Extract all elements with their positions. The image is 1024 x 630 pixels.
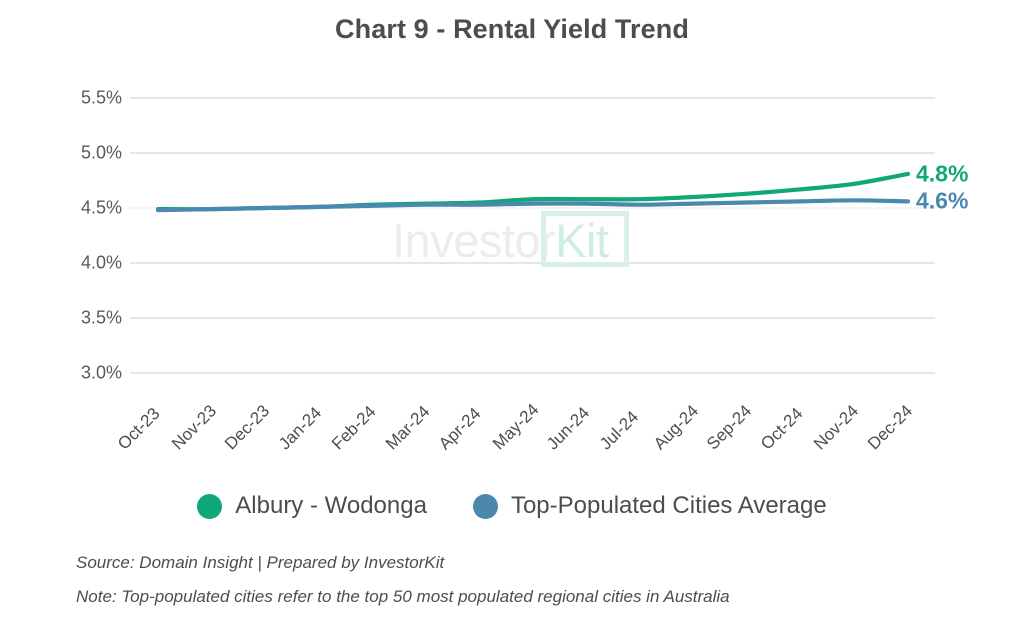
x-axis-labels: Oct-23 Nov-23 Dec-23 Jan-24 Feb-24 Mar-24 Apr-…: [0, 378, 1024, 478]
y-axis-tick-label: 4.0%: [80, 252, 122, 273]
y-axis-tick-label: 5.0%: [80, 142, 122, 163]
x-axis-tick-label: Dec-23: [221, 401, 274, 454]
y-axis-tick-label: 5.5%: [80, 87, 122, 108]
legend-label: Top-Populated Cities Average: [510, 492, 827, 519]
y-axis-tick-label: 4.5%: [80, 197, 122, 218]
x-axis-tick-label: Aug-24: [649, 401, 702, 454]
y-axis-tick-label: 3.5%: [80, 307, 122, 328]
x-axis-tick-label: Nov-24: [810, 401, 863, 454]
x-axis-tick-label: Jul-24: [596, 407, 643, 454]
y-axis-labels: 5.5% 5.0% 4.5% 4.0% 3.5% 3.0%: [62, 0, 122, 400]
x-axis-tick-label: Feb-24: [328, 401, 380, 454]
chart-legend: Albury - Wodonga Top-Populated Cities Ave…: [0, 492, 1024, 520]
x-axis-tick-label: Nov-23: [167, 401, 220, 454]
x-axis-tick-label: Oct-23: [114, 403, 164, 454]
legend-dot-icon: [197, 493, 223, 519]
methodology-note: Note: Top-populated cities refer to the …: [76, 587, 730, 606]
x-axis-tick-label: Jun-24: [542, 403, 593, 454]
plot-svg: [130, 97, 935, 374]
source-note: Source: Domain Insight | Prepared by Inv…: [76, 553, 445, 572]
x-axis-tick-label: May-24: [489, 399, 543, 454]
legend-label: Albury - Wodonga: [235, 492, 427, 519]
gridlines: [130, 97, 935, 374]
rental-yield-chart: Chart 9 - Rental Yield Trend 5.5% 5.0% 4.5…: [0, 0, 1024, 630]
x-axis-tick-label: Oct-24: [756, 403, 807, 454]
series-line-1: [155, 198, 911, 213]
x-axis-tick-label: Sep-24: [703, 401, 756, 454]
legend-dot-icon: [472, 493, 498, 519]
plot-area: 5.5% 5.0% 4.5% 4.0% 3.5% 3.0% 4.8% 4.6%: [0, 0, 1024, 400]
x-axis-tick-label: Mar-24: [381, 401, 434, 454]
x-axis-tick-label: Apr-24: [435, 403, 485, 454]
legend-item-0[interactable]: Albury - Wodonga: [197, 492, 427, 520]
series-end-value-0: 4.8%: [916, 160, 969, 187]
x-axis-tick-label: Dec-24: [864, 401, 917, 454]
series-end-value-1: 4.6%: [916, 187, 969, 214]
series-lines: [155, 171, 911, 213]
legend-item-1[interactable]: Top-Populated Cities Average: [472, 492, 827, 520]
x-axis-tick-label: Jan-24: [274, 403, 325, 454]
footnotes: Source: Domain Insight | Prepared by Inv…: [76, 553, 1016, 621]
